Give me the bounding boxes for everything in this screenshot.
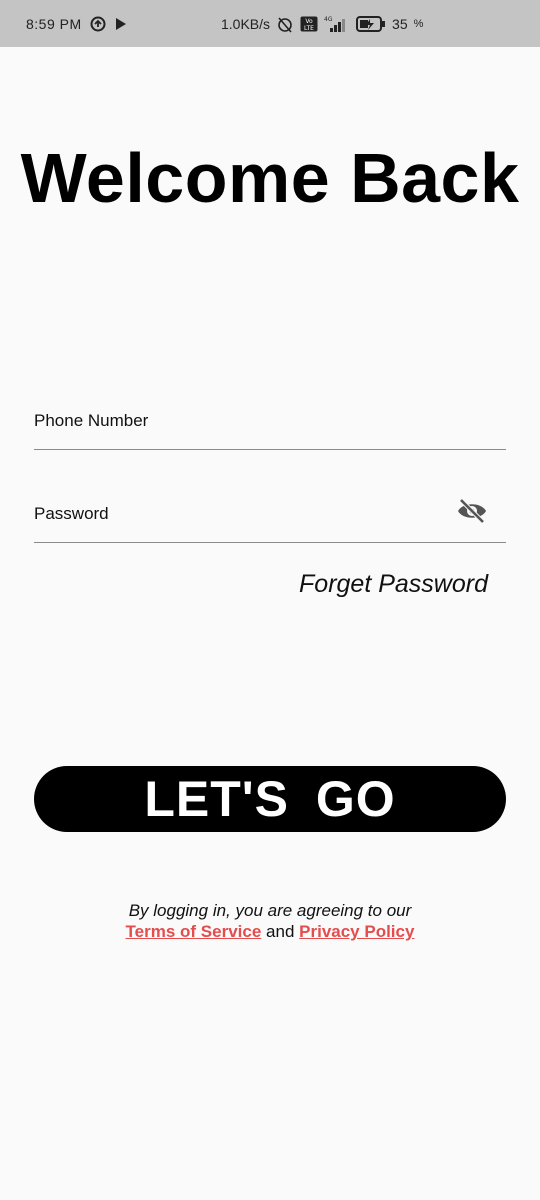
mute-alarm-icon bbox=[276, 15, 294, 33]
phone-number-label: Phone Number bbox=[34, 411, 149, 430]
password-label: Password bbox=[34, 504, 109, 523]
svg-text:LTE: LTE bbox=[304, 25, 314, 32]
svg-text:4G: 4G bbox=[324, 16, 333, 23]
visibility-off-icon[interactable] bbox=[456, 497, 488, 525]
battery-unit: % bbox=[413, 17, 424, 30]
password-field[interactable]: Password bbox=[34, 483, 506, 543]
battery-charging-icon bbox=[356, 15, 386, 32]
data-saver-icon bbox=[90, 16, 106, 32]
legal-prefix: By logging in, you are agreeing to our bbox=[128, 901, 412, 920]
volte-icon: Vo LTE bbox=[300, 16, 318, 32]
phone-number-field[interactable]: Phone Number bbox=[34, 390, 506, 450]
status-time: 8:59 PM bbox=[26, 15, 82, 32]
page-title: Welcome Back bbox=[20, 139, 520, 217]
legal-and-text: and bbox=[266, 922, 295, 941]
play-store-icon bbox=[114, 17, 128, 31]
signal-icon: 4G bbox=[324, 15, 350, 33]
status-bar: 8:59 PM 1.0KB/s Vo LTE 4G 35 % bbox=[0, 0, 540, 47]
battery-percent: 35 bbox=[392, 15, 408, 32]
svg-text:Vo: Vo bbox=[305, 18, 313, 25]
network-speed: 1.0KB/s bbox=[221, 15, 271, 32]
terms-of-service-link[interactable]: Terms of Service bbox=[126, 922, 262, 941]
forget-password-link[interactable]: Forget Password bbox=[299, 570, 488, 599]
legal-notice: By logging in, you are agreeing to our T… bbox=[0, 900, 540, 942]
privacy-policy-link[interactable]: Privacy Policy bbox=[299, 922, 414, 941]
lets-go-button[interactable]: LET'S GO bbox=[34, 766, 506, 832]
